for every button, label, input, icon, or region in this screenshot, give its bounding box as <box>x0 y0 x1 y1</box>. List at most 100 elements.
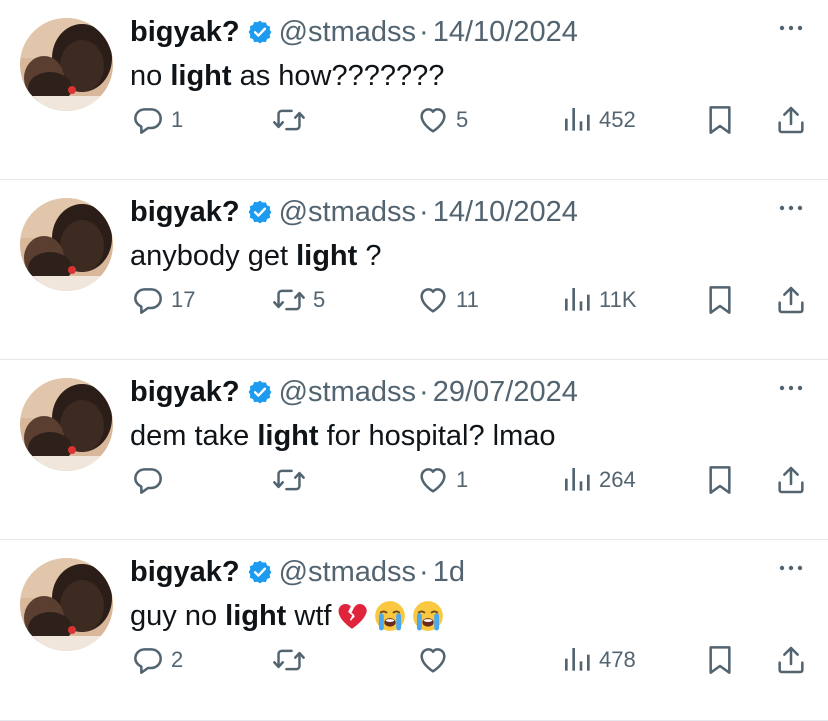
views-icon <box>565 648 590 671</box>
loudly-crying-face-emoji <box>411 599 445 633</box>
tweet-3[interactable]: bigyak? @stmadss · 29/07/2024 dem take l… <box>0 360 828 540</box>
reply-button[interactable]: 2 <box>132 640 183 680</box>
reply-button[interactable] <box>132 460 171 500</box>
share-icon <box>778 106 804 134</box>
verified-badge-icon <box>247 559 273 585</box>
like-icon <box>420 108 446 133</box>
share-button[interactable] <box>775 640 807 680</box>
reply-button[interactable]: 1 <box>132 100 183 140</box>
share-icon <box>778 286 804 314</box>
action-bar: 1 264 <box>0 460 828 500</box>
tweet-text: dem take light for hospital? lmao <box>130 416 556 456</box>
views-icon <box>565 468 590 491</box>
share-button[interactable] <box>775 280 807 320</box>
tweet-text-bold: light <box>257 419 319 452</box>
user-handle[interactable]: @stmadss <box>279 196 416 229</box>
user-handle[interactable]: @stmadss <box>279 16 416 49</box>
display-name[interactable]: bigyak? <box>130 196 240 229</box>
bookmark-button[interactable] <box>705 460 735 500</box>
like-count: 11 <box>456 287 479 312</box>
tweet-feed: bigyak? @stmadss · 14/10/2024 no light a… <box>0 0 828 721</box>
avatar[interactable] <box>20 198 113 291</box>
reply-count: 17 <box>171 287 196 312</box>
tweet-4[interactable]: bigyak? @stmadss · 1d guy no light wtf 2… <box>0 540 828 721</box>
action-bar: 1 5 452 <box>0 100 828 140</box>
timestamp[interactable]: 14/10/2024 <box>433 196 578 229</box>
views-icon <box>565 108 590 131</box>
view-count: 478 <box>599 647 636 672</box>
bookmark-icon <box>709 466 731 494</box>
action-bar: 2 478 <box>0 640 828 680</box>
timestamp[interactable]: 1d <box>433 556 465 589</box>
views-button[interactable]: 264 <box>562 460 636 500</box>
avatar[interactable] <box>20 558 113 651</box>
broken-heart-emoji <box>335 599 369 633</box>
tweet-text-bold: light <box>170 59 232 92</box>
like-count: 1 <box>456 467 469 492</box>
view-count: 452 <box>599 107 636 132</box>
avatar[interactable] <box>20 378 113 471</box>
more-options-icon[interactable] <box>774 558 808 578</box>
retweet-count: 5 <box>313 287 326 312</box>
separator: · <box>419 195 429 228</box>
retweet-icon <box>273 469 305 491</box>
tweet-text-part: as how??????? <box>231 59 445 92</box>
retweet-button[interactable] <box>272 460 313 500</box>
tweet-text-part: wtf <box>286 599 332 632</box>
display-name[interactable]: bigyak? <box>130 376 240 409</box>
tweet-text-bold: light <box>225 599 287 632</box>
display-name[interactable]: bigyak? <box>130 16 240 49</box>
more-options-icon[interactable] <box>774 18 808 38</box>
user-handle[interactable]: @stmadss <box>279 556 416 589</box>
reply-icon <box>134 468 162 494</box>
bookmark-button[interactable] <box>705 640 735 680</box>
reply-button[interactable]: 17 <box>132 280 195 320</box>
timestamp[interactable]: 29/07/2024 <box>433 376 578 409</box>
tweet-text-part: for hospital? lmao <box>318 419 556 452</box>
bookmark-icon <box>709 286 731 314</box>
retweet-icon <box>273 109 305 131</box>
views-button[interactable]: 478 <box>562 640 636 680</box>
like-button[interactable]: 5 <box>417 100 468 140</box>
view-count: 264 <box>599 467 636 492</box>
like-button[interactable] <box>417 640 456 680</box>
more-options-icon[interactable] <box>774 378 808 398</box>
tweet-text: no light as how??????? <box>130 56 444 96</box>
share-button[interactable] <box>775 100 807 140</box>
reply-icon <box>134 108 162 134</box>
views-button[interactable]: 452 <box>562 100 636 140</box>
timestamp[interactable]: 14/10/2024 <box>433 16 578 49</box>
avatar[interactable] <box>20 18 113 111</box>
bookmark-button[interactable] <box>705 100 735 140</box>
user-handle[interactable]: @stmadss <box>279 376 416 409</box>
retweet-icon <box>273 649 305 671</box>
retweet-button[interactable] <box>272 100 313 140</box>
retweet-button[interactable] <box>272 640 313 680</box>
retweet-button[interactable]: 5 <box>272 280 325 320</box>
tweet-text-part: guy no <box>130 599 226 632</box>
like-button[interactable]: 1 <box>417 460 468 500</box>
bookmark-icon <box>709 106 731 134</box>
verified-badge-icon <box>247 199 273 225</box>
tweet-text-part: ? <box>357 239 382 272</box>
like-button[interactable]: 11 <box>417 280 479 320</box>
reply-icon <box>134 648 162 674</box>
like-icon <box>420 288 446 313</box>
bookmark-button[interactable] <box>705 280 735 320</box>
tweet-1[interactable]: bigyak? @stmadss · 14/10/2024 no light a… <box>0 0 828 180</box>
views-button[interactable]: 11K <box>562 280 637 320</box>
tweet-text: anybody get light ? <box>130 236 381 276</box>
more-options-icon[interactable] <box>774 198 808 218</box>
tweet-text-bold: light <box>296 239 358 272</box>
share-icon <box>778 646 804 674</box>
tweet-2[interactable]: bigyak? @stmadss · 14/10/2024 anybody ge… <box>0 180 828 360</box>
share-button[interactable] <box>775 460 807 500</box>
like-icon <box>420 468 446 493</box>
view-count: 11K <box>599 287 637 312</box>
retweet-icon <box>273 289 305 311</box>
action-bar: 17 5 11 11K <box>0 280 828 320</box>
display-name[interactable]: bigyak? <box>130 556 240 589</box>
separator: · <box>419 15 429 48</box>
tweet-header: bigyak? @stmadss · 14/10/2024 <box>130 192 578 232</box>
tweet-header: bigyak? @stmadss · 1d <box>130 552 465 592</box>
